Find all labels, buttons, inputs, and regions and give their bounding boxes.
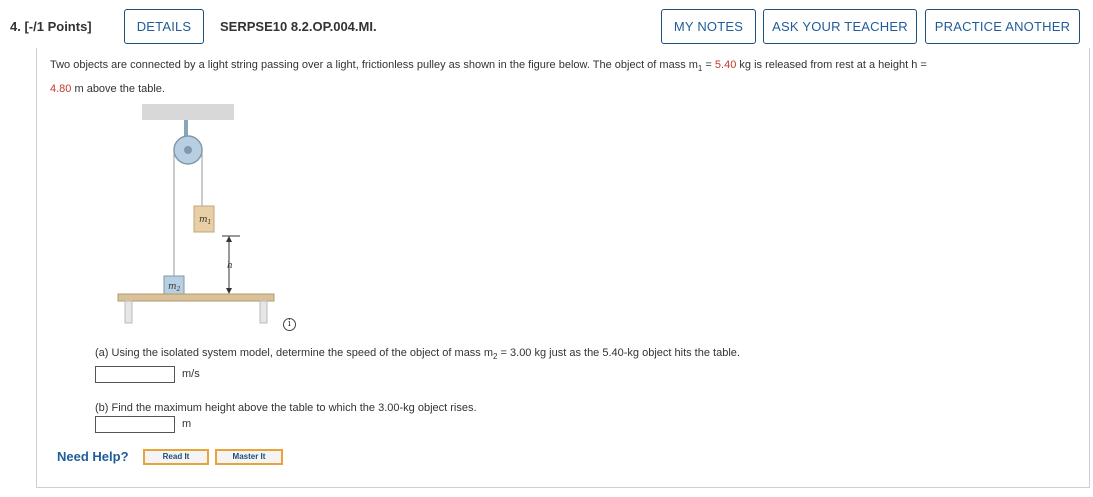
table-top (117, 293, 275, 302)
problem-text-1: Two objects are connected by a light str… (50, 59, 698, 71)
need-help-label: Need Help? (57, 449, 129, 464)
pulley-hub (184, 146, 192, 154)
practice-another-button[interactable]: PRACTICE ANOTHER (925, 9, 1080, 44)
read-it-button[interactable]: Read It (143, 449, 209, 465)
master-it-button[interactable]: Master It (215, 449, 283, 465)
ask-your-teacher-button[interactable]: ASK YOUR TEACHER (763, 9, 917, 44)
problem-text-3: m above the table. (71, 83, 165, 95)
pulley-figure: m1 h m2 (117, 104, 275, 324)
part-b-answer-input[interactable] (95, 416, 175, 433)
info-icon[interactable]: i (283, 318, 296, 331)
table-leg-right (259, 300, 268, 324)
my-notes-button[interactable]: MY NOTES (661, 9, 756, 44)
question-label: 4. [-/1 Points] (10, 19, 92, 34)
question-number: 4. (10, 19, 21, 34)
part-a-answer-input[interactable] (95, 366, 175, 383)
problem-statement: Two objects are connected by a light str… (50, 55, 1080, 100)
problem-text-2: kg is released from rest at a height h = (736, 59, 927, 71)
part-a-unit: m/s (182, 368, 200, 380)
points-label: [-/1 Points] (24, 19, 92, 34)
part-b-prompt: (b) Find the maximum height above the ta… (95, 402, 477, 414)
part-a-text: (a) Using the isolated system model, det… (95, 347, 494, 359)
details-button[interactable]: DETAILS (124, 9, 204, 44)
equals-sign: = (702, 59, 715, 71)
h-arrow-down (226, 288, 232, 294)
h-value: 4.80 (50, 83, 72, 95)
h-label: h (227, 261, 233, 271)
h-arrow-up (226, 236, 232, 242)
ceiling (142, 104, 234, 120)
part-a-text-end: = 3.00 kg just as the 5.40-kg object hit… (497, 347, 740, 359)
part-a-prompt: (a) Using the isolated system model, det… (95, 347, 740, 361)
m1-value: 5.40 (714, 59, 737, 71)
table-leg-left (124, 300, 133, 324)
problem-code: SERPSE10 8.2.OP.004.MI. (220, 19, 377, 34)
question-header: 4. [-/1 Points] DETAILS SERPSE10 8.2.OP.… (0, 0, 1093, 52)
part-b-unit: m (182, 418, 192, 430)
